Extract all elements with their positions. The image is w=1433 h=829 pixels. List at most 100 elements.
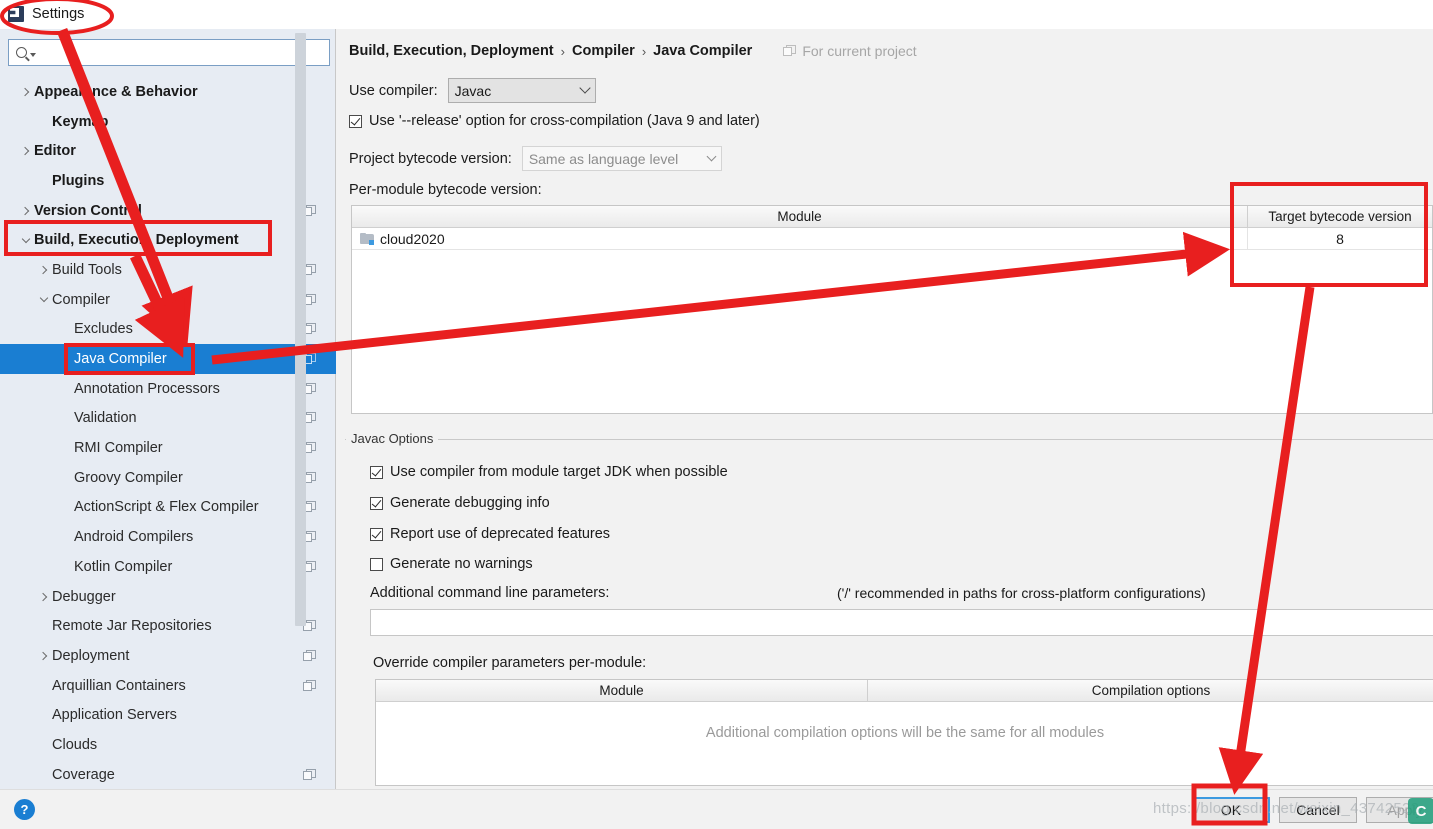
csdn-logo-icon: C: [1408, 798, 1433, 824]
breadcrumb-part-2[interactable]: Compiler: [572, 43, 635, 59]
deprecated-label: Report use of deprecated features: [390, 526, 611, 542]
column-header-target-bytecode[interactable]: Target bytecode version: [1248, 206, 1432, 227]
table-header: Module Compilation options: [376, 680, 1433, 702]
chevron-right-icon[interactable]: [36, 651, 52, 661]
project-scope-icon: [783, 45, 797, 57]
breadcrumb-separator-2: ›: [641, 43, 647, 59]
module-cell[interactable]: cloud2020: [352, 228, 1248, 249]
release-option-label: Use '--release' option for cross-compila…: [369, 113, 760, 129]
help-button[interactable]: ?: [14, 799, 35, 820]
per-module-bytecode-table[interactable]: Module Target bytecode version cloud2020…: [351, 205, 1433, 414]
chevron-down-icon: [578, 82, 591, 94]
use-compiler-row: Use compiler: Javac: [349, 78, 596, 103]
column-header-module[interactable]: Module: [376, 680, 868, 701]
no-warnings-label: Generate no warnings: [390, 556, 533, 572]
javac-group-title: Javac Options: [346, 431, 439, 446]
sidebar-item-keymap[interactable]: Keymap: [0, 107, 336, 137]
release-option-row[interactable]: Use '--release' option for cross-compila…: [349, 113, 760, 129]
sidebar-item-label: Editor: [34, 143, 76, 160]
override-params-label: Override compiler parameters per-module:: [373, 655, 647, 671]
override-params-table[interactable]: Module Compilation options Additional co…: [375, 679, 1433, 786]
chevron-right-icon[interactable]: [36, 265, 52, 275]
sidebar-scrollbar-thumb[interactable]: [295, 33, 306, 626]
search-input[interactable]: [40, 44, 325, 61]
chevron-right-icon[interactable]: [18, 146, 34, 156]
sidebar-item-excludes[interactable]: Excludes: [0, 315, 336, 345]
column-header-module[interactable]: Module: [352, 206, 1248, 227]
use-compiler-label: Use compiler:: [349, 82, 438, 99]
project-bytecode-row: Project bytecode version: Same as langua…: [349, 146, 722, 171]
use-module-jdk-label: Use compiler from module target JDK when…: [390, 464, 728, 480]
project-bytecode-select[interactable]: Same as language level: [521, 146, 722, 171]
deprecated-checkbox[interactable]: [370, 527, 383, 541]
column-header-compilation-options[interactable]: Compilation options: [868, 680, 1433, 701]
sidebar-item-application-servers[interactable]: Application Servers: [0, 700, 336, 730]
sidebar-item-actionscript-flex-compiler[interactable]: ActionScript & Flex Compiler: [0, 493, 336, 523]
sidebar-item-version-control[interactable]: Version Control: [0, 196, 336, 226]
option-row-deprecated[interactable]: Report use of deprecated features: [370, 526, 610, 542]
sidebar-item-label: Compiler: [52, 291, 111, 308]
chevron-down-icon[interactable]: [18, 234, 34, 244]
sidebar-item-rmi-compiler[interactable]: RMI Compiler: [0, 433, 336, 463]
settings-dialog: Settings Appearance & Behavior Keymap Edit…: [0, 0, 1433, 829]
sidebar-item-kotlin-compiler[interactable]: Kotlin Compiler: [0, 552, 336, 582]
option-row-debug-info[interactable]: Generate debugging info: [370, 495, 550, 511]
intellij-settings-icon: [8, 6, 24, 22]
option-row-use-module-jdk[interactable]: Use compiler from module target JDK when…: [370, 464, 728, 480]
chevron-down-icon[interactable]: [36, 293, 52, 303]
no-warnings-checkbox[interactable]: [370, 557, 383, 571]
use-compiler-value: Javac: [454, 82, 492, 99]
release-option-checkbox[interactable]: [349, 114, 362, 128]
sidebar-item-annotation-processors[interactable]: Annotation Processors: [0, 374, 336, 404]
sidebar-item-label: Debugger: [52, 588, 116, 605]
sidebar-item-clouds[interactable]: Clouds: [0, 730, 336, 760]
sidebar-item-build-execution-deployment[interactable]: Build, Execution, Deployment: [0, 225, 336, 255]
sidebar-item-editor[interactable]: Editor: [0, 136, 336, 166]
window-titlebar: Settings: [0, 0, 1433, 29]
search-box[interactable]: [8, 39, 330, 66]
sidebar-item-label: Plugins: [52, 172, 105, 189]
sidebar-item-label: Application Servers: [52, 707, 177, 724]
sidebar-item-build-tools[interactable]: Build Tools: [0, 255, 336, 285]
table-row[interactable]: cloud2020 8: [352, 228, 1432, 250]
scope-label: For current project: [802, 43, 917, 59]
settings-tree[interactable]: Appearance & Behavior Keymap Editor Plugins…: [0, 77, 336, 789]
sidebar-item-coverage[interactable]: Coverage: [0, 760, 336, 789]
sidebar-item-appearance-behavior[interactable]: Appearance & Behavior: [0, 77, 336, 107]
sidebar-item-label: Coverage: [52, 766, 115, 783]
option-row-no-warnings[interactable]: Generate no warnings: [370, 556, 533, 572]
sidebar-item-debugger[interactable]: Debugger: [0, 582, 336, 612]
sidebar-item-arquillian-containers[interactable]: Arquillian Containers: [0, 671, 336, 701]
sidebar-item-label: Version Control: [34, 202, 142, 219]
sidebar-item-deployment[interactable]: Deployment: [0, 641, 336, 671]
table-header: Module Target bytecode version: [352, 206, 1432, 228]
sidebar-item-label: Arquillian Containers: [52, 677, 186, 694]
sidebar-item-compiler[interactable]: Compiler: [0, 285, 336, 315]
sidebar-item-android-compilers[interactable]: Android Compilers: [0, 522, 336, 552]
sidebar-item-validation[interactable]: Validation: [0, 404, 336, 434]
sidebar-item-java-compiler[interactable]: Java Compiler: [0, 344, 336, 374]
sidebar-item-remote-jar-repositories[interactable]: Remote Jar Repositories: [0, 611, 336, 641]
per-module-label: Per-module bytecode version:: [349, 182, 542, 198]
sidebar-item-label: Build, Execution, Deployment: [34, 232, 239, 249]
additional-params-label: Additional command line parameters:: [370, 585, 610, 601]
chevron-right-icon[interactable]: [18, 87, 34, 97]
use-compiler-select[interactable]: Javac: [447, 78, 596, 103]
sidebar-item-groovy-compiler[interactable]: Groovy Compiler: [0, 463, 336, 493]
target-bytecode-cell[interactable]: 8: [1248, 228, 1432, 249]
chevron-right-icon[interactable]: [18, 206, 34, 215]
breadcrumb-separator-1: ›: [560, 43, 565, 59]
window-title: Settings: [32, 6, 85, 22]
project-scope-icon: [303, 768, 316, 781]
sidebar-item-label: Remote Jar Repositories: [52, 618, 212, 635]
sidebar-item-label: Deployment: [52, 647, 130, 664]
chevron-right-icon[interactable]: [36, 592, 52, 601]
module-name: cloud2020: [380, 230, 445, 247]
sidebar-item-plugins[interactable]: Plugins: [0, 166, 336, 196]
sidebar-item-label: Keymap: [52, 113, 109, 130]
breadcrumb-part-1[interactable]: Build, Execution, Deployment: [349, 43, 554, 59]
debug-info-checkbox[interactable]: [370, 496, 383, 510]
use-module-jdk-checkbox[interactable]: [370, 465, 383, 479]
watermark-text: https://blog.csdn.net/weixin_43742522: [1153, 800, 1420, 817]
additional-params-input[interactable]: [370, 609, 1433, 636]
